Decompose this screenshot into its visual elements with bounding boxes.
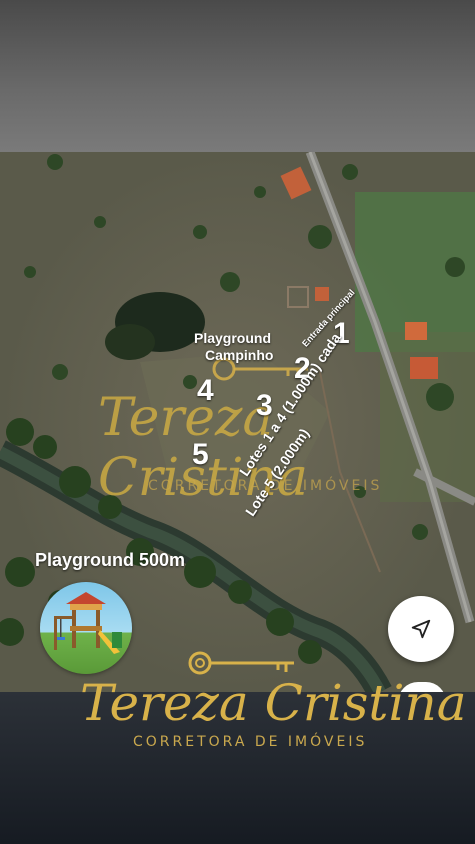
label-campinho: Campinho bbox=[205, 347, 274, 363]
top-blurred-band bbox=[0, 0, 475, 152]
playground-distance-label: Playground 500m bbox=[35, 550, 186, 570]
navigation-arrow-icon bbox=[411, 619, 431, 639]
label-playground: Playground bbox=[194, 330, 272, 346]
lot-5-number: 5 bbox=[192, 438, 209, 471]
brand-subtitle: CORRETORA DE IMÓVEIS bbox=[133, 734, 368, 750]
playground-thumbnail[interactable] bbox=[40, 582, 132, 674]
lot-4-number: 4 bbox=[197, 374, 214, 407]
brand-name: Tereza Cristina bbox=[80, 674, 467, 732]
navigation-button[interactable] bbox=[388, 596, 454, 662]
playground-illustration-icon bbox=[54, 592, 122, 654]
